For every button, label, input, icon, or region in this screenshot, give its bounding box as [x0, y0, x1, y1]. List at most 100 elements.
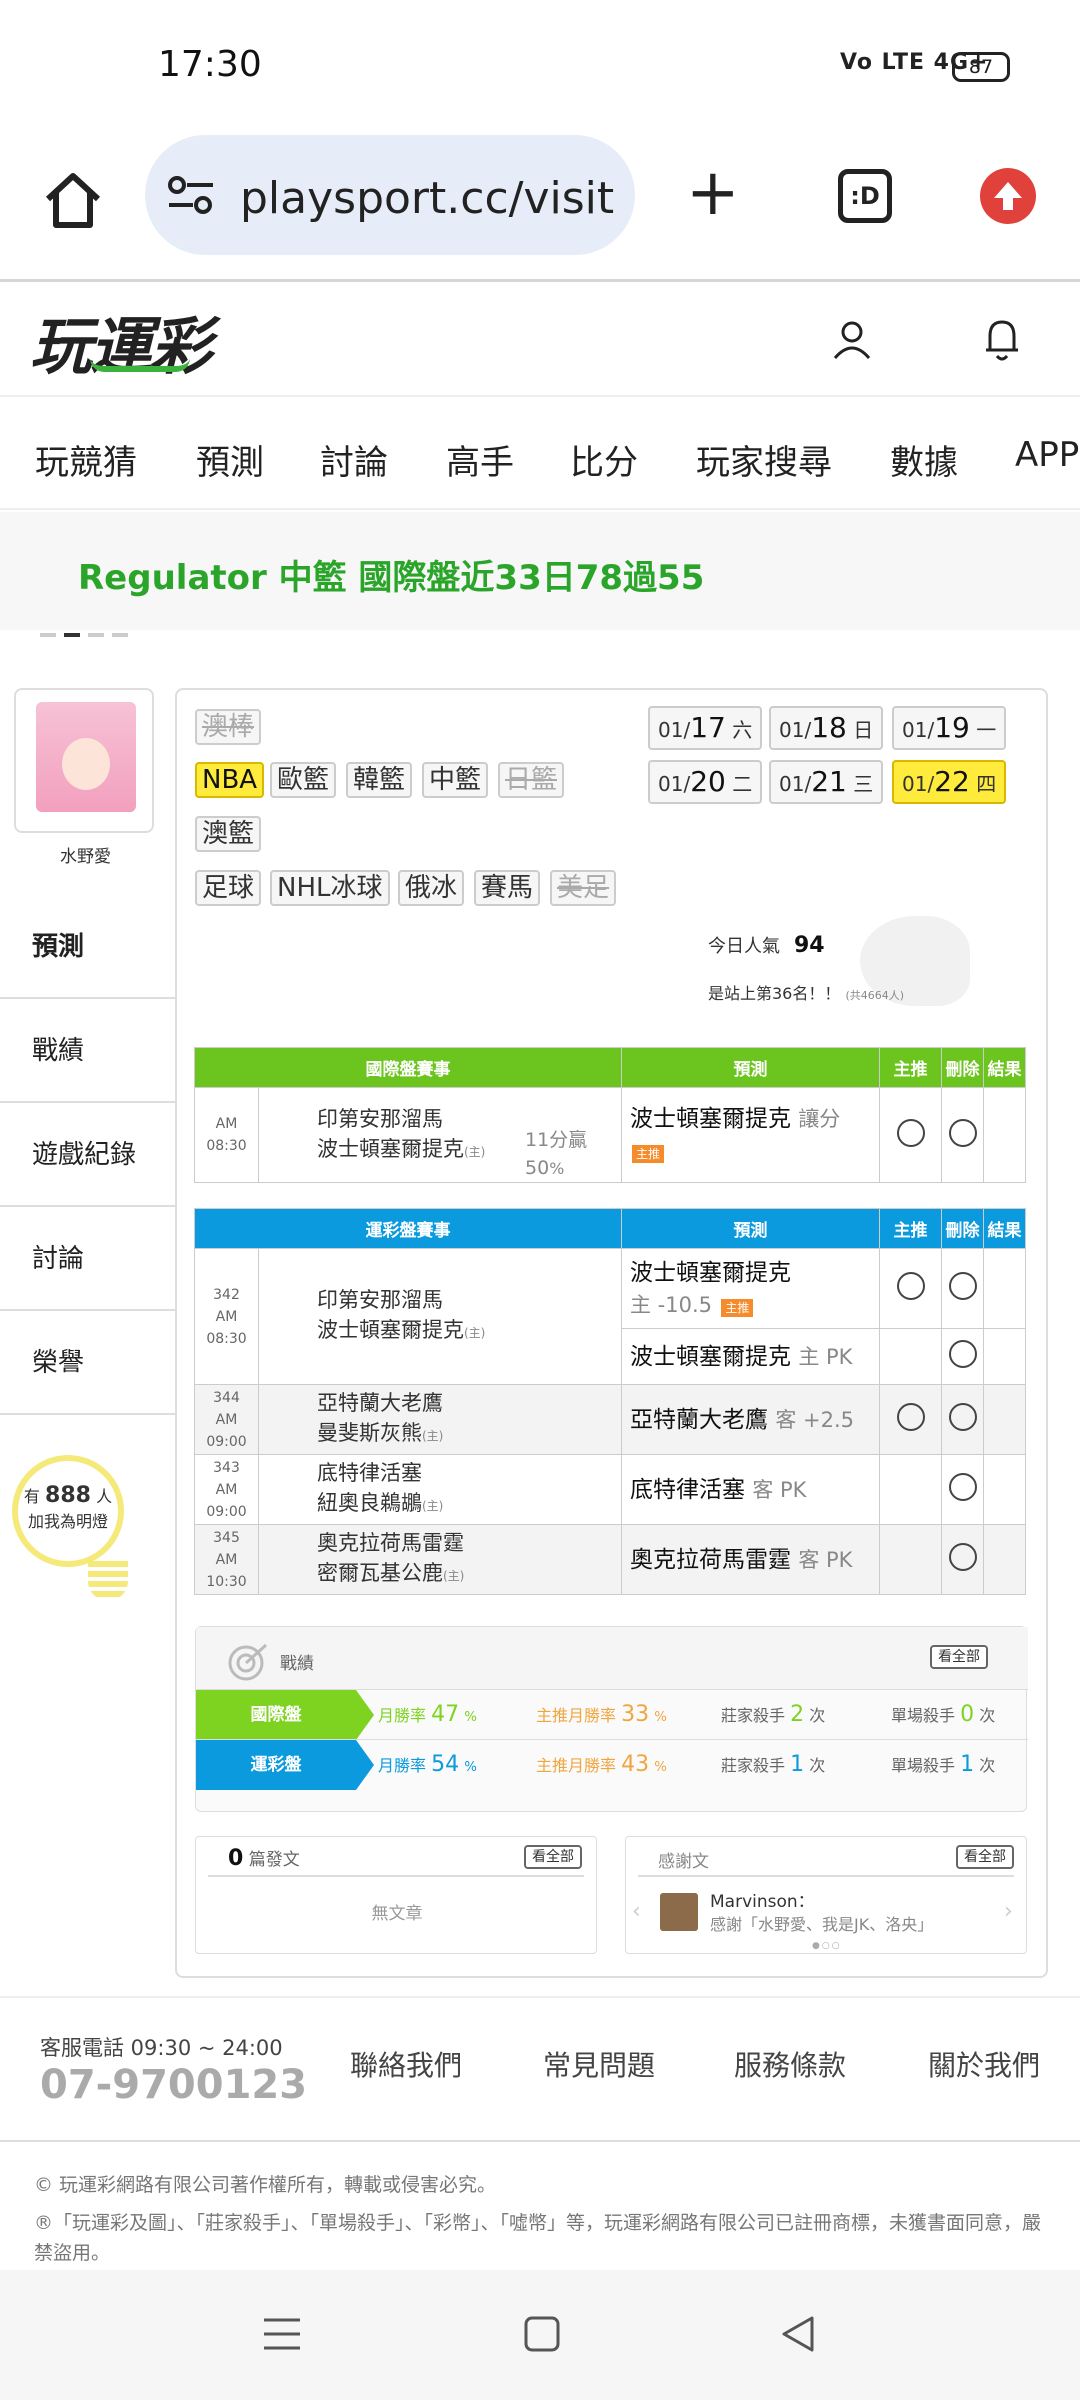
divider: [208, 1875, 584, 1877]
divider: [0, 279, 1080, 282]
url-text: playsport.cc/visit: [240, 173, 615, 224]
nav-item-predict[interactable]: 預測: [196, 435, 264, 484]
pick-team: 波士頓塞爾提克: [630, 1106, 791, 1132]
carousel-dots: ●○○: [812, 1941, 842, 1951]
sport-tag-korea-basketball[interactable]: 韓籃: [346, 762, 413, 798]
table-row: 343 AM 09:00 底特律活塞 紐奧良鵜鶘(主) 底特律活塞 客 PK: [194, 1454, 1026, 1525]
nav-item-data[interactable]: 數據: [890, 435, 958, 484]
delete-radio[interactable]: [948, 1543, 977, 1571]
col-header: 預測: [621, 1047, 880, 1088]
promo-banner[interactable]: Regulator 中籃 國際盤近33日78過55: [0, 512, 1080, 637]
nav-item-app[interactable]: APP: [1015, 435, 1079, 475]
home-icon[interactable]: [40, 167, 106, 233]
record-row-intl: 國際盤 月勝率 47 % 主推月勝率 33 % 莊家殺手 2 次 單場殺手 0 …: [196, 1689, 1028, 1740]
avatar: [36, 702, 136, 812]
footer-link-about[interactable]: 關於我們: [928, 2044, 1040, 2084]
date-0122[interactable]: 01/22 四: [892, 760, 1007, 804]
delete-radio[interactable]: [948, 1403, 977, 1431]
pick-team: 波士頓塞爾提克: [630, 1259, 791, 1286]
carousel-prev-icon[interactable]: ‹: [632, 1899, 641, 1924]
posts-box: 0 篇發文 看全部 無文章: [195, 1836, 597, 1954]
footer-link-contact[interactable]: 聯絡我們: [350, 2044, 462, 2084]
posts-empty: 無文章: [371, 1904, 423, 1924]
main-pick-radio[interactable]: [896, 1403, 925, 1431]
date-0118[interactable]: 01/18 日: [769, 706, 884, 750]
pick-team: 底特律活塞: [630, 1476, 745, 1503]
thanks-box: 感謝文 看全部 ‹ Marvinson： 感謝「水野愛、我是JK、洛央」 › ●…: [625, 1836, 1027, 1954]
score-percent-unit: %: [549, 1159, 565, 1178]
sport-tag-aus-basketball[interactable]: 澳籃: [195, 816, 262, 852]
new-tab-button[interactable]: +: [686, 161, 740, 225]
home-square-icon[interactable]: [522, 2314, 562, 2354]
follow-lamp[interactable]: 有 888 人 加我為明燈: [12, 1455, 128, 1601]
side-item-predictions[interactable]: 預測: [0, 895, 175, 999]
stat-value: 2: [790, 1702, 805, 1727]
sport-tag-american-football[interactable]: 美足: [550, 870, 617, 906]
thanks-title: 感謝文: [658, 1852, 709, 1872]
divider: [638, 1875, 1014, 1877]
game-time: AM 08:30: [206, 1308, 247, 1347]
avatar-frame[interactable]: [14, 688, 154, 833]
delete-radio[interactable]: [948, 1473, 977, 1501]
side-item-game-log[interactable]: 遊戲紀錄: [0, 1103, 175, 1207]
nav-item-experts[interactable]: 高手: [446, 435, 514, 484]
tab-switcher-button[interactable]: :D: [838, 169, 892, 223]
home-team: 波士頓塞爾提克: [317, 1136, 464, 1161]
date-0119[interactable]: 01/19 一: [892, 706, 1007, 750]
sport-tag-nhl[interactable]: NHL冰球: [270, 870, 390, 906]
update-button[interactable]: [980, 168, 1036, 224]
game-number: 342: [213, 1286, 240, 1303]
pick-note: 客 +2.5: [775, 1407, 854, 1432]
thanks-text: 感謝「水野愛、我是JK、洛央」: [710, 1915, 934, 1934]
record-view-all-button[interactable]: 看全部: [930, 1645, 988, 1669]
menu-icon[interactable]: [262, 2314, 302, 2354]
thanks-view-all-button[interactable]: 看全部: [956, 1845, 1014, 1869]
sport-tag-aus-baseball[interactable]: 澳棒: [195, 709, 262, 745]
main-pick-radio[interactable]: [896, 1272, 925, 1300]
posts-view-all-button[interactable]: 看全部: [524, 1845, 582, 1869]
sport-tag-soccer[interactable]: 足球: [195, 870, 262, 906]
pick-team: 亞特蘭大老鷹: [630, 1406, 768, 1433]
stat-label: 單場殺手: [891, 1706, 956, 1725]
nav-item-guess[interactable]: 玩競猜: [35, 435, 137, 484]
home-mark: (主): [422, 1499, 444, 1513]
delete-radio[interactable]: [948, 1272, 977, 1300]
site-settings-icon[interactable]: [167, 175, 215, 215]
target-icon: [228, 1643, 268, 1681]
main-pick-radio[interactable]: [896, 1118, 925, 1147]
nav-item-forum[interactable]: 討論: [320, 435, 388, 484]
date-0120[interactable]: 01/20 二: [648, 760, 763, 804]
col-header: 預測: [621, 1208, 880, 1249]
record-label: 國際盤: [196, 1690, 374, 1740]
side-item-discussion[interactable]: 討論: [0, 1207, 175, 1311]
sport-tag-nba[interactable]: NBA: [195, 762, 265, 798]
stat-unit: 次: [809, 1756, 826, 1775]
back-icon[interactable]: [778, 2314, 818, 2354]
bell-icon[interactable]: [982, 316, 1022, 362]
pick-note: 讓分: [798, 1107, 841, 1131]
sport-tag-japan-basketball[interactable]: 日籃: [498, 762, 565, 798]
user-icon[interactable]: [830, 318, 874, 362]
address-bar[interactable]: playsport.cc/visit: [145, 135, 635, 255]
nav-item-player-search[interactable]: 玩家搜尋: [696, 435, 832, 484]
nav-item-scores[interactable]: 比分: [570, 435, 638, 484]
pick-note: 主 -10.5: [630, 1292, 713, 1317]
side-item-record[interactable]: 戰績: [0, 999, 175, 1103]
date-0121[interactable]: 01/21 三: [769, 760, 884, 804]
side-item-honors[interactable]: 榮譽: [0, 1311, 175, 1415]
sport-tag-china-basketball[interactable]: 中籃: [422, 762, 489, 798]
pick-team: 奧克拉荷馬雷霆: [630, 1546, 791, 1573]
service-phone[interactable]: 07-9700123: [40, 2062, 307, 2108]
sport-tag-russia-hockey[interactable]: 俄冰: [398, 870, 465, 906]
carousel-next-icon[interactable]: ›: [1004, 1899, 1013, 1924]
delete-radio[interactable]: [948, 1118, 977, 1147]
footer-link-terms[interactable]: 服務條款: [734, 2044, 846, 2084]
col-header: 國際盤賽事: [194, 1047, 622, 1088]
date-0117[interactable]: 01/17 六: [648, 706, 763, 750]
sport-tag-euro-basketball[interactable]: 歐籃: [270, 762, 337, 798]
site-logo[interactable]: 玩運彩: [30, 296, 212, 386]
delete-radio[interactable]: [948, 1340, 977, 1368]
sport-tag-horse-racing[interactable]: 賽馬: [474, 870, 541, 906]
footer-link-faq[interactable]: 常見問題: [543, 2044, 655, 2084]
record-row-lottery: 運彩盤 月勝率 54 % 主推月勝率 43 % 莊家殺手 1 次 單場殺手 1 …: [196, 1739, 1028, 1790]
